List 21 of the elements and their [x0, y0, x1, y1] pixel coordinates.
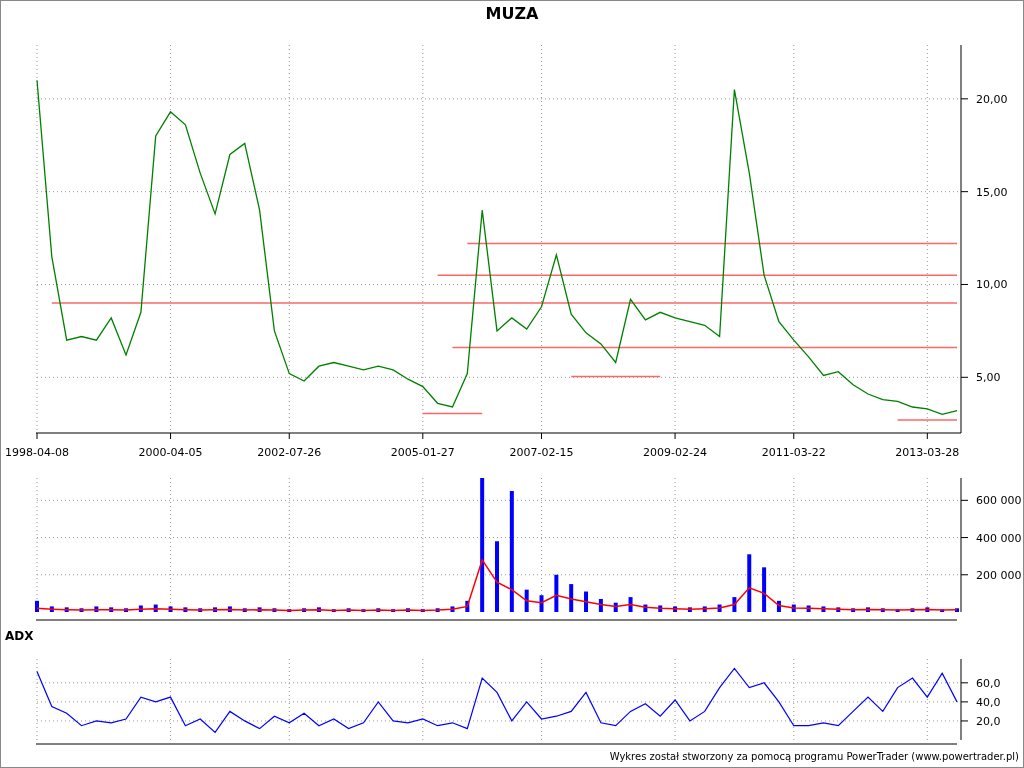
axis-tick-label: 20,00 [976, 92, 1008, 106]
axis-tick-label: 2000-04-05 [138, 446, 203, 459]
chart-title: MUZA [485, 3, 539, 23]
axis-tick-label: 2005-01-27 [390, 446, 455, 459]
axis-tick-label: 1998-04-08 [5, 446, 69, 459]
indicator-label: ADX [5, 628, 34, 643]
axis-tick-label: 20,0 [976, 714, 1001, 728]
axis-tick-label: 200 000 [976, 568, 1022, 582]
footer-credit: Wykres został stworzony za pomocą programu PowerTrader (www.powertrader.pl) [609, 751, 1019, 762]
axis-tick-label: 5,00 [976, 371, 1001, 385]
axis-tick-label: 2009-02-24 [643, 446, 708, 459]
axis-tick-label: 600 000 [976, 494, 1022, 508]
axis-tick-label: 15,00 [976, 185, 1008, 199]
axis-tick-label: 10,00 [976, 278, 1008, 292]
axis-tick-label: 2013-03-28 [895, 446, 960, 459]
axis-tick-label: 40,0 [976, 695, 1001, 709]
axis-tick-label: 60,0 [976, 676, 1001, 690]
axis-tick-label: 2002-07-26 [257, 446, 322, 459]
axis-tick-label: 2007-02-15 [509, 446, 574, 459]
axis-tick-label: 2011-03-22 [761, 446, 826, 459]
axis-tick-label: 400 000 [976, 531, 1022, 545]
